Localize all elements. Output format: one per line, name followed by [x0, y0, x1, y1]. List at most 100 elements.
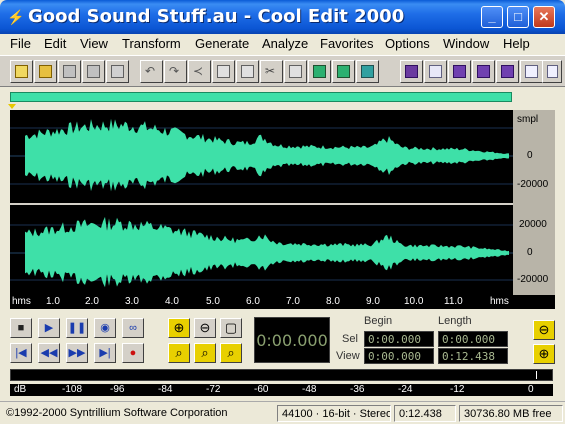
play-looped-button[interactable]: ◉ — [94, 318, 116, 338]
menu-help[interactable]: Help — [503, 36, 530, 51]
minimize-button[interactable]: _ — [481, 6, 503, 28]
view-length-field[interactable]: 0:12.438 — [438, 348, 508, 364]
menu-view[interactable]: View — [80, 36, 108, 51]
zoom-left-button[interactable]: ⌕ — [194, 343, 216, 363]
new-file-button[interactable] — [10, 60, 33, 83]
zoom-selection-button[interactable]: ⌕ — [168, 343, 190, 363]
open-folder-button[interactable] — [34, 60, 57, 83]
spectral-button[interactable] — [308, 60, 331, 83]
zoom-in-vertical-button[interactable]: ⊕ — [533, 344, 555, 364]
copy-button[interactable] — [212, 60, 235, 83]
ruler-label: 9.0 — [366, 296, 380, 307]
zoom-right-button[interactable]: ⌕ — [220, 343, 242, 363]
checkbox-button[interactable] — [448, 60, 471, 83]
waveform-display[interactable]: smpl 0 -20000 20000 0 -20000 hms 1.0 2.0… — [8, 92, 555, 309]
zoom-full-button[interactable]: ▢ — [220, 318, 242, 338]
zoom-out-vertical-button[interactable]: ⊖ — [533, 320, 555, 340]
fast-forward-button[interactable]: ▶▶ — [66, 343, 88, 363]
scale-zero-bottom: 0 — [527, 247, 533, 258]
plugin-icon — [405, 65, 418, 78]
cut-button[interactable]: ✂ — [260, 60, 283, 83]
pause-button[interactable]: ❚❚ — [66, 318, 88, 338]
play-button[interactable]: ▶ — [38, 318, 60, 338]
waveform-button[interactable] — [424, 60, 447, 83]
ruler-label: 3.0 — [125, 296, 139, 307]
menu-favorites[interactable]: Favorites — [320, 36, 373, 51]
menu-analyze[interactable]: Analyze — [262, 36, 308, 51]
playhead-marker[interactable] — [8, 104, 16, 109]
copyright-text: ©1992-2000 Syntrillium Software Corporat… — [6, 407, 228, 419]
scale-neg-bottom: -20000 — [517, 274, 549, 285]
level-meter — [10, 369, 553, 381]
time-ruler[interactable]: hms 1.0 2.0 3.0 4.0 5.0 6.0 7.0 8.0 9.0 … — [10, 295, 555, 309]
scale-unit: smpl — [517, 114, 539, 125]
level-meter-scale: dB -108 -96 -84 -72 -60 -48 -36 -24 -12 … — [10, 384, 553, 396]
settings-button[interactable] — [496, 60, 519, 83]
settings-icon — [501, 65, 514, 78]
save-all-icon — [87, 65, 100, 78]
maximize-button[interactable]: □ — [507, 6, 529, 28]
copy-icon — [217, 65, 230, 78]
menu-generate[interactable]: Generate — [195, 36, 249, 51]
zoom-in-button[interactable]: ⊕ — [168, 318, 190, 338]
scale-pos-bottom: 20000 — [519, 219, 547, 230]
scale-zero-top: 0 — [527, 150, 533, 161]
go-to-start-button[interactable]: |◀ — [10, 343, 32, 363]
zoom-out-button[interactable]: ⊖ — [194, 318, 216, 338]
app-window: ⚡ Good Sound Stuff.au - Cool Edit 2000 _… — [0, 0, 565, 424]
begin-label: Begin — [364, 315, 393, 327]
loop-button[interactable]: ∞ — [122, 318, 144, 338]
save-selection-icon — [111, 65, 124, 78]
meter-label: -108 — [62, 384, 83, 395]
ruler-label: 5.0 — [206, 296, 220, 307]
trim-button[interactable] — [284, 60, 307, 83]
view-begin-field[interactable]: 0:00.000 — [364, 348, 434, 364]
sel-begin-field[interactable]: 0:00.000 — [364, 331, 434, 347]
record-button[interactable]: ● — [122, 343, 144, 363]
toolbar: ↶ ↷ ≺ ✂ — [0, 55, 565, 87]
menu-window[interactable]: Window — [443, 36, 489, 51]
overview-bar[interactable] — [10, 92, 512, 102]
menu-options[interactable]: Options — [385, 36, 430, 51]
length-label: Length — [438, 315, 472, 327]
ruler-label: 10.0 — [404, 296, 424, 307]
loop-button[interactable] — [356, 60, 379, 83]
ruler-label: hms — [12, 296, 31, 307]
meter-label: -24 — [398, 384, 413, 395]
ruler-label: 7.0 — [286, 296, 300, 307]
rewind-button[interactable]: ◀◀ — [38, 343, 60, 363]
title-bar: ⚡ Good Sound Stuff.au - Cool Edit 2000 _… — [0, 0, 565, 34]
query-button[interactable] — [542, 60, 562, 83]
plugin-button[interactable] — [400, 60, 423, 83]
waveform-canvas[interactable] — [10, 110, 513, 297]
go-to-end-button[interactable]: ▶| — [94, 343, 116, 363]
meter-label: -60 — [254, 384, 269, 395]
mix-button[interactable]: ≺ — [188, 60, 211, 83]
sel-length-field[interactable]: 0:00.000 — [438, 331, 508, 347]
paste-button[interactable] — [236, 60, 259, 83]
ruler-label: hms — [490, 296, 509, 307]
menu-edit[interactable]: Edit — [44, 36, 66, 51]
save-button[interactable] — [58, 60, 81, 83]
save-selection-button[interactable] — [106, 60, 129, 83]
meter-label: -84 — [158, 384, 173, 395]
save-all-button[interactable] — [82, 60, 105, 83]
menu-transform[interactable]: Transform — [122, 36, 181, 51]
menu-file[interactable]: File — [10, 36, 31, 51]
app-icon: ⚡ — [7, 9, 25, 25]
scale-neg-top: -20000 — [517, 179, 549, 190]
meter-label: -96 — [110, 384, 125, 395]
amplitude-scale: smpl 0 -20000 20000 0 -20000 — [513, 110, 555, 296]
stop-button[interactable]: ■ — [10, 318, 32, 338]
redo-button[interactable]: ↷ — [164, 60, 187, 83]
edit-view-icon — [337, 65, 350, 78]
multitrack-button[interactable] — [472, 60, 495, 83]
edit-view-button[interactable] — [332, 60, 355, 83]
undo-button[interactable]: ↶ — [140, 60, 163, 83]
help-contents-button[interactable] — [520, 60, 543, 83]
close-button[interactable]: ✕ — [533, 6, 555, 28]
free-space-info: 30736.80 MB free — [459, 405, 563, 422]
multitrack-icon — [477, 65, 490, 78]
meter-label: 0 — [528, 384, 534, 395]
query-icon — [547, 65, 558, 78]
